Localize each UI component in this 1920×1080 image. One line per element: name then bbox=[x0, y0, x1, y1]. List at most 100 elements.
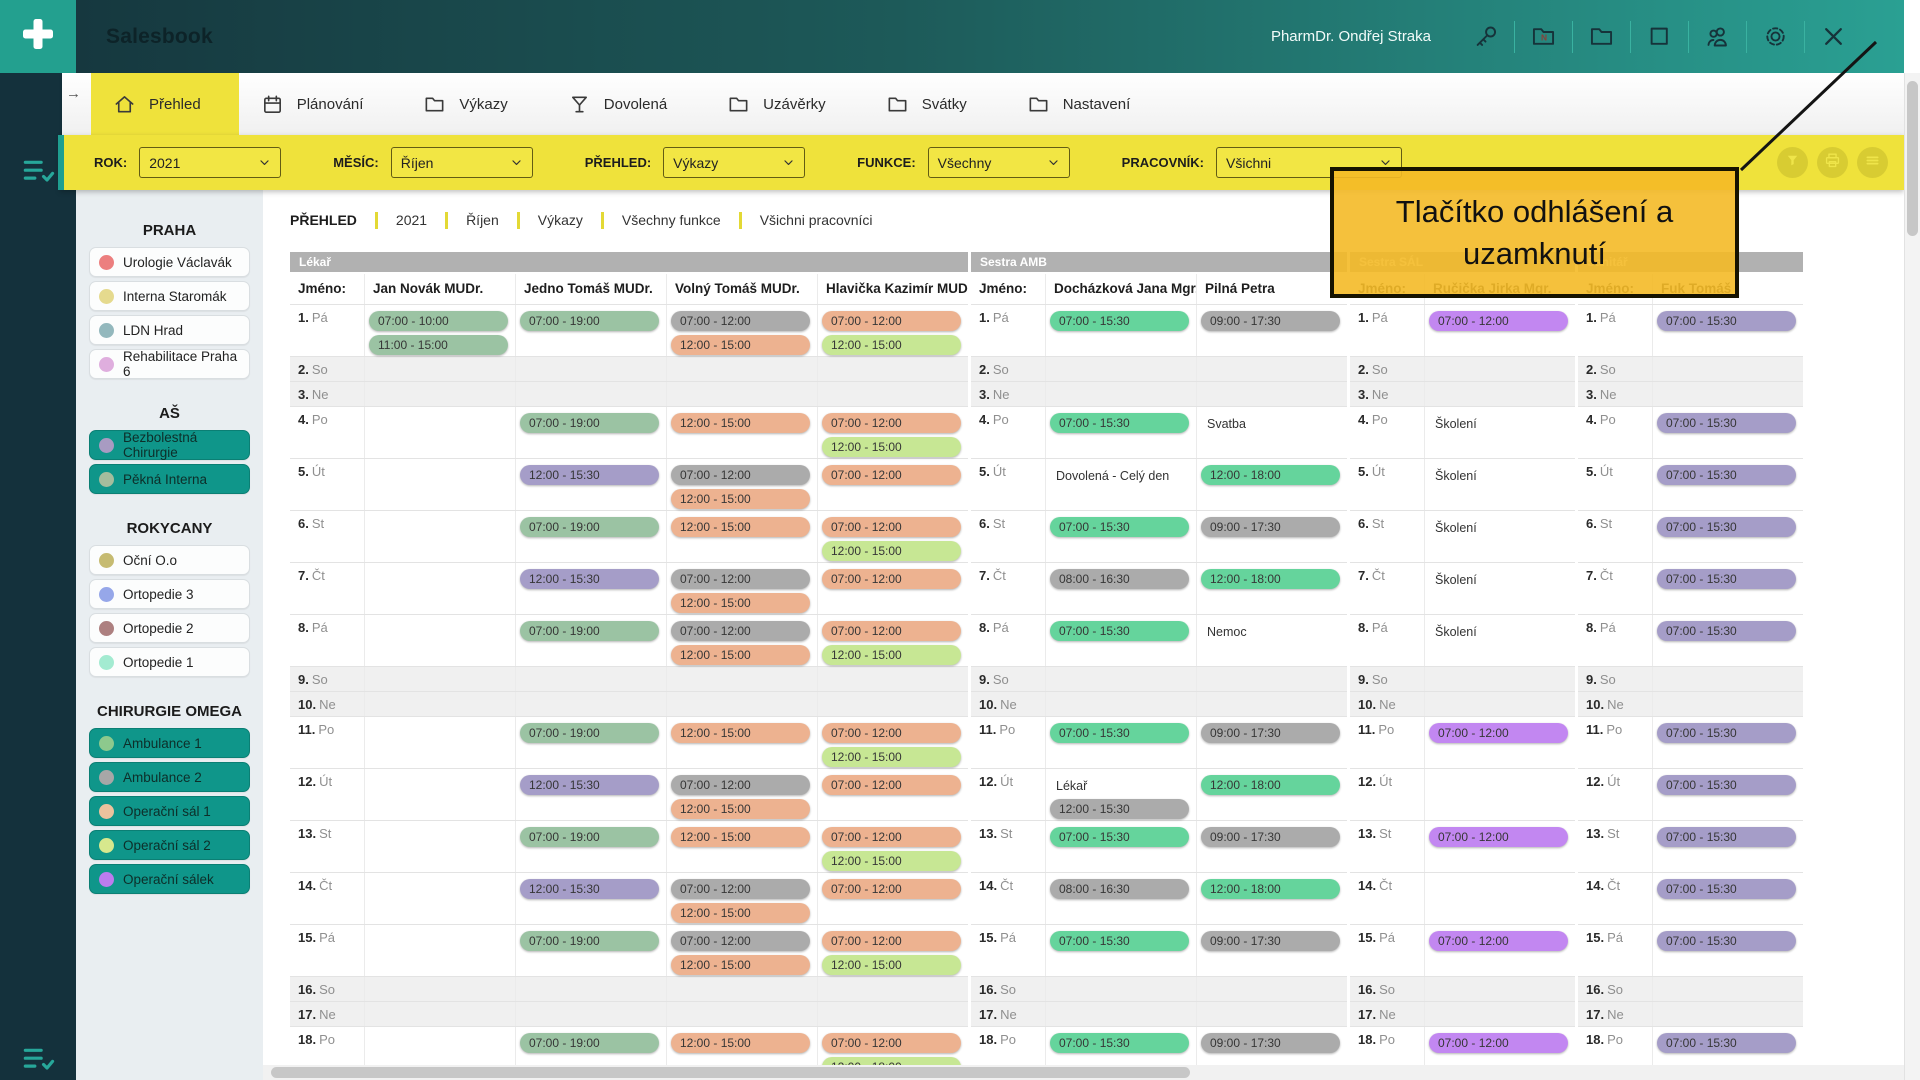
mesic-select[interactable]: Říjen bbox=[391, 147, 533, 178]
sidebar-item[interactable]: Operační sál 1 bbox=[89, 796, 250, 826]
shift-pill[interactable]: 07:00 - 12:00 bbox=[671, 879, 810, 899]
shift-pill[interactable]: 12:00 - 15:30 bbox=[520, 569, 659, 589]
shift-pill[interactable]: 07:00 - 12:00 bbox=[671, 311, 810, 331]
shift-pill[interactable]: 12:00 - 15:00 bbox=[671, 799, 810, 819]
shift-pill[interactable]: 12:00 - 15:00 bbox=[671, 955, 810, 975]
shift-pill[interactable]: 12:00 - 18:00 bbox=[1201, 775, 1340, 795]
rok-select[interactable]: 2021 bbox=[139, 147, 281, 178]
shift-pill[interactable]: 12:00 - 15:30 bbox=[520, 775, 659, 795]
shift-pill[interactable]: 07:00 - 12:00 bbox=[822, 931, 961, 951]
sidebar-item[interactable]: Operační sál 2 bbox=[89, 830, 250, 860]
shift-note[interactable]: Školení bbox=[1435, 520, 1569, 537]
shift-pill[interactable]: 07:00 - 19:00 bbox=[520, 723, 659, 743]
salesbook-logo[interactable] bbox=[0, 0, 76, 73]
expand-arrow-icon[interactable]: → bbox=[66, 85, 81, 135]
shift-pill[interactable]: 07:00 - 15:30 bbox=[1050, 413, 1189, 433]
shift-pill[interactable]: 12:00 - 15:00 bbox=[822, 645, 961, 665]
shift-pill[interactable]: 07:00 - 15:30 bbox=[1050, 621, 1189, 641]
shift-pill[interactable]: 07:00 - 12:00 bbox=[822, 569, 961, 589]
vertical-scrollbar[interactable] bbox=[1904, 73, 1920, 1080]
shift-pill[interactable]: 07:00 - 15:30 bbox=[1657, 413, 1796, 433]
prehled-select[interactable]: Výkazy bbox=[663, 147, 805, 178]
shift-pill[interactable]: 07:00 - 12:00 bbox=[822, 621, 961, 641]
shift-pill[interactable]: 09:00 - 17:30 bbox=[1201, 827, 1340, 847]
shift-pill[interactable]: 07:00 - 15:30 bbox=[1657, 311, 1796, 331]
shift-pill[interactable]: 07:00 - 19:00 bbox=[520, 1033, 659, 1053]
sidebar-item[interactable]: Urologie Václavák bbox=[89, 247, 250, 277]
shift-pill[interactable]: 07:00 - 15:30 bbox=[1050, 723, 1189, 743]
shift-pill[interactable]: 12:00 - 15:00 bbox=[671, 903, 810, 923]
shift-pill[interactable]: 08:00 - 16:30 bbox=[1050, 569, 1189, 589]
close-icon[interactable] bbox=[1820, 23, 1847, 50]
shift-pill[interactable]: 07:00 - 12:00 bbox=[671, 569, 810, 589]
shift-pill[interactable]: 07:00 - 15:30 bbox=[1657, 465, 1796, 485]
shift-pill[interactable]: 07:00 - 12:00 bbox=[822, 775, 961, 795]
shift-pill[interactable]: 07:00 - 12:00 bbox=[671, 621, 810, 641]
shift-pill[interactable]: 12:00 - 18:00 bbox=[1201, 465, 1340, 485]
shift-pill[interactable]: 07:00 - 15:30 bbox=[1657, 1033, 1796, 1053]
tab-uzaverky[interactable]: Uzávěrky bbox=[705, 73, 864, 135]
shift-pill[interactable]: 12:00 - 15:00 bbox=[671, 827, 810, 847]
shift-pill[interactable]: 07:00 - 15:30 bbox=[1657, 775, 1796, 795]
vertical-scrollbar-thumb[interactable] bbox=[1907, 81, 1918, 236]
shift-pill[interactable]: 07:00 - 15:30 bbox=[1050, 311, 1189, 331]
shift-pill[interactable]: 07:00 - 12:00 bbox=[1429, 827, 1568, 847]
shift-pill[interactable]: 07:00 - 15:30 bbox=[1657, 569, 1796, 589]
shift-pill[interactable]: 07:00 - 15:30 bbox=[1050, 517, 1189, 537]
shift-pill[interactable]: 07:00 - 12:00 bbox=[822, 723, 961, 743]
tab-planovani[interactable]: Plánování bbox=[239, 73, 402, 135]
shift-pill[interactable]: 12:00 - 15:00 bbox=[822, 335, 961, 355]
shift-pill[interactable]: 07:00 - 12:00 bbox=[822, 879, 961, 899]
shift-note[interactable]: Lékař bbox=[1056, 778, 1190, 795]
shift-pill[interactable]: 07:00 - 15:30 bbox=[1050, 827, 1189, 847]
sidebar-item[interactable]: Ortopedie 3 bbox=[89, 579, 250, 609]
current-user[interactable]: PharmDr. Ondřej Straka bbox=[1271, 28, 1431, 45]
shift-pill[interactable]: 07:00 - 19:00 bbox=[520, 621, 659, 641]
shift-pill[interactable]: 07:00 - 12:00 bbox=[822, 465, 961, 485]
shift-pill[interactable]: 12:00 - 15:00 bbox=[822, 541, 961, 561]
sidebar-item[interactable]: Ambulance 1 bbox=[89, 728, 250, 758]
shift-pill[interactable]: 12:00 - 15:00 bbox=[822, 747, 961, 767]
shift-pill[interactable]: 12:00 - 15:30 bbox=[520, 879, 659, 899]
shift-pill[interactable]: 07:00 - 10:00 bbox=[369, 311, 508, 331]
shift-note[interactable]: Nemoc bbox=[1207, 624, 1341, 641]
tab-prehled[interactable]: Přehled bbox=[91, 73, 239, 135]
sidebar-item[interactable]: Pěkná Interna bbox=[89, 464, 250, 494]
shift-pill[interactable]: 12:00 - 15:00 bbox=[671, 1033, 810, 1053]
horizontal-scrollbar[interactable] bbox=[263, 1065, 1904, 1080]
shift-note[interactable]: Svatba bbox=[1207, 416, 1341, 433]
shift-pill[interactable]: 07:00 - 12:00 bbox=[822, 517, 961, 537]
gear-icon[interactable] bbox=[1762, 23, 1789, 50]
shift-pill[interactable]: 12:00 - 15:00 bbox=[671, 723, 810, 743]
shift-pill[interactable]: 07:00 - 15:30 bbox=[1050, 931, 1189, 951]
shift-pill[interactable]: 12:00 - 15:00 bbox=[671, 489, 810, 509]
users-icon[interactable] bbox=[1704, 23, 1731, 50]
shift-pill[interactable]: 07:00 - 15:30 bbox=[1657, 879, 1796, 899]
tab-nastaveni[interactable]: Nastavení bbox=[1005, 73, 1169, 135]
shift-pill[interactable]: 12:00 - 15:00 bbox=[671, 335, 810, 355]
shift-pill[interactable]: 07:00 - 12:00 bbox=[1429, 931, 1568, 951]
shift-pill[interactable]: 12:00 - 15:00 bbox=[822, 955, 961, 975]
shift-pill[interactable]: 07:00 - 12:00 bbox=[1429, 311, 1568, 331]
sidebar-item[interactable]: LDN Hrad bbox=[89, 315, 250, 345]
shift-pill[interactable]: 07:00 - 15:30 bbox=[1657, 827, 1796, 847]
shift-note[interactable]: Školení bbox=[1435, 624, 1569, 641]
tab-svatky[interactable]: Svátky bbox=[864, 73, 1005, 135]
sidebar-item[interactable]: Operační sálek bbox=[89, 864, 250, 894]
shift-pill[interactable]: 07:00 - 19:00 bbox=[520, 827, 659, 847]
folder-n-icon[interactable]: N bbox=[1530, 23, 1557, 50]
shift-pill[interactable]: 12:00 - 15:00 bbox=[822, 851, 961, 871]
filter-button[interactable] bbox=[1777, 147, 1808, 178]
shift-pill[interactable]: 07:00 - 12:00 bbox=[671, 775, 810, 795]
sidebar-item[interactable]: Ortopedie 1 bbox=[89, 647, 250, 677]
sidebar-item[interactable]: Ortopedie 2 bbox=[89, 613, 250, 643]
shift-pill[interactable]: 12:00 - 15:00 bbox=[671, 645, 810, 665]
shift-pill[interactable]: 09:00 - 17:30 bbox=[1201, 1033, 1340, 1053]
shift-pill[interactable]: 12:00 - 18:00 bbox=[1201, 879, 1340, 899]
shift-pill[interactable]: 07:00 - 12:00 bbox=[822, 1033, 961, 1053]
shift-pill[interactable]: 07:00 - 15:30 bbox=[1657, 931, 1796, 951]
shift-pill[interactable]: 12:00 - 15:30 bbox=[520, 465, 659, 485]
shift-note[interactable]: Školení bbox=[1435, 416, 1569, 433]
square-icon[interactable] bbox=[1646, 23, 1673, 50]
shift-pill[interactable]: 09:00 - 17:30 bbox=[1201, 311, 1340, 331]
